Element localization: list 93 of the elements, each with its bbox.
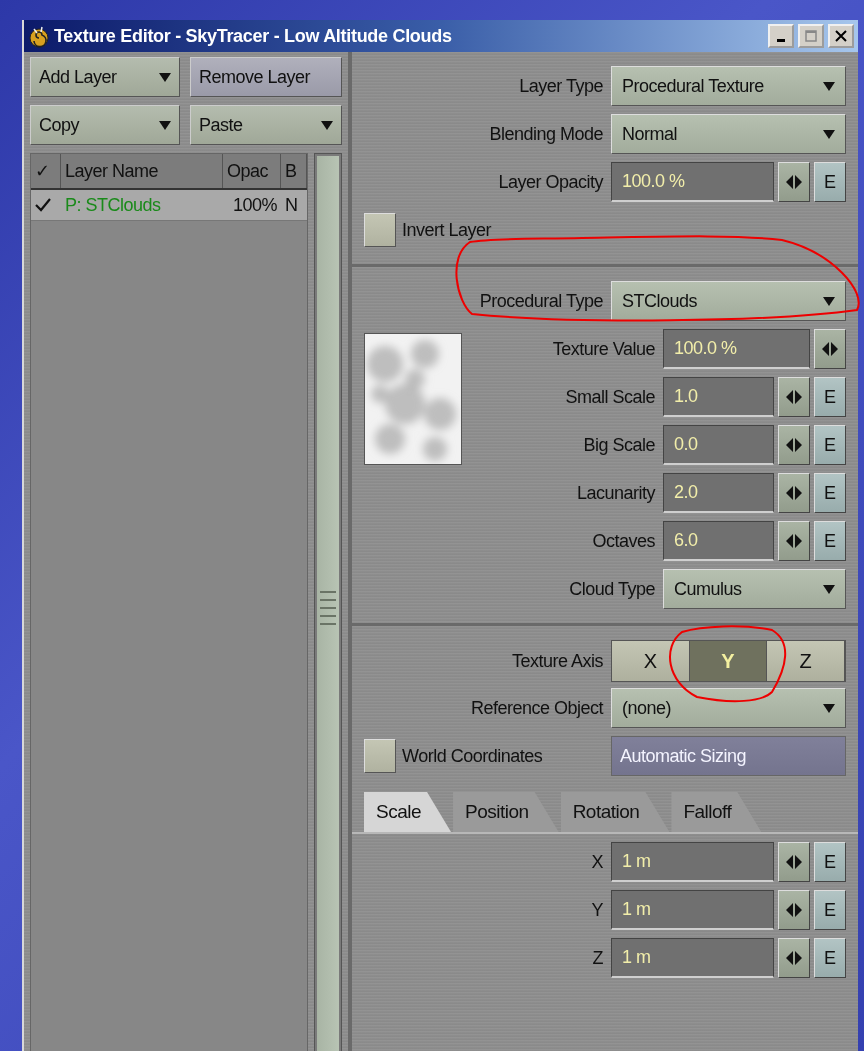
dropdown[interactable]: STClouds <box>611 281 846 321</box>
arrows-icon <box>786 438 802 452</box>
field-label: Lacunarity <box>575 482 655 504</box>
value-field[interactable]: 1 m <box>611 890 774 930</box>
envelope-button[interactable]: E <box>814 473 846 513</box>
envelope-button[interactable]: E <box>814 377 846 417</box>
app-icon <box>28 24 50 48</box>
field-label: X <box>590 851 603 873</box>
caret-icon <box>823 296 835 306</box>
dropdown-button[interactable]: Add Layer <box>30 57 180 97</box>
slider-button[interactable] <box>778 162 810 202</box>
caret-icon <box>159 120 171 130</box>
arrows-icon <box>786 175 802 189</box>
envelope-button[interactable]: E <box>814 890 846 930</box>
arrows-icon <box>786 486 802 500</box>
caret-icon <box>321 120 333 130</box>
value-field[interactable]: 1 m <box>611 842 774 882</box>
value-field[interactable]: 1.0 <box>663 377 774 417</box>
field-label: Layer Type <box>518 75 603 97</box>
field-label: Texture Value <box>551 338 655 360</box>
envelope-button[interactable]: E <box>814 162 846 202</box>
value-field[interactable]: 1 m <box>611 938 774 978</box>
close-icon <box>835 30 847 42</box>
caret-icon <box>159 72 171 82</box>
dropdown-button[interactable]: Paste <box>190 105 342 145</box>
envelope-button[interactable]: E <box>814 842 846 882</box>
dropdown[interactable]: Cumulus <box>663 569 846 609</box>
slider-button[interactable] <box>778 473 810 513</box>
value-field[interactable]: 0.0 <box>663 425 774 465</box>
slider-button[interactable] <box>778 890 810 930</box>
tab[interactable]: Falloff <box>671 792 762 832</box>
tab[interactable]: Position <box>453 792 559 832</box>
slider-button[interactable] <box>778 425 810 465</box>
column-header[interactable]: Opac <box>223 154 281 188</box>
field-label: Layer Opacity <box>497 171 603 193</box>
field-label: Small Scale <box>564 386 655 408</box>
dropdown[interactable]: Procedural Texture <box>611 66 846 106</box>
slider-button[interactable] <box>778 842 810 882</box>
minimize-button[interactable] <box>768 24 794 48</box>
field-label: Big Scale <box>582 434 655 456</box>
minimize-icon <box>777 38 785 42</box>
arrows-icon <box>786 534 802 548</box>
toolbar-button[interactable]: Remove Layer <box>190 57 342 97</box>
dropdown-button[interactable]: Copy <box>30 105 180 145</box>
checkbox-label: Invert Layer <box>402 219 492 241</box>
checkbox[interactable] <box>364 739 396 773</box>
close-button[interactable] <box>828 24 854 48</box>
value-field[interactable]: 100.0 % <box>611 162 774 202</box>
caret-icon <box>823 703 835 713</box>
slider-button[interactable] <box>778 938 810 978</box>
tab[interactable]: Rotation <box>560 792 670 832</box>
slider-button[interactable] <box>778 521 810 561</box>
checkbox[interactable] <box>364 213 396 247</box>
field-label: Z <box>591 947 603 969</box>
axis-button[interactable]: Z <box>767 641 845 681</box>
field-label: Octaves <box>591 530 655 552</box>
caret-icon <box>823 129 835 139</box>
arrows-icon <box>786 855 802 869</box>
field-label: Y <box>590 899 603 921</box>
field-label: Blending Mode <box>488 123 603 145</box>
layer-row[interactable]: P: STClouds 100% N <box>31 190 307 221</box>
envelope-button[interactable]: E <box>814 521 846 561</box>
table-cell-text: 100% <box>231 193 278 217</box>
envelope-button[interactable]: E <box>814 938 846 978</box>
arrows-icon <box>786 951 802 965</box>
axis-button[interactable]: X <box>612 641 690 681</box>
maximize-icon <box>805 30 817 42</box>
field-label: Cloud Type <box>568 578 655 600</box>
column-header[interactable]: Layer Name <box>61 154 223 188</box>
arrows-icon <box>822 342 838 356</box>
dropdown[interactable]: (none) <box>611 688 846 728</box>
table-cell-text: P: STClouds <box>64 193 162 217</box>
axis-button[interactable]: Y <box>689 641 768 681</box>
value-field[interactable]: 6.0 <box>663 521 774 561</box>
value-field[interactable]: 2.0 <box>663 473 774 513</box>
caret-icon <box>823 584 835 594</box>
slider-button[interactable] <box>778 377 810 417</box>
checkbox-label: World Coordinates <box>402 745 543 767</box>
field-label: Texture Axis <box>510 650 603 672</box>
arrows-icon <box>786 903 802 917</box>
table-cell-text: N <box>284 193 299 217</box>
window-title: Texture Editor - SkyTracer - Low Altitude Clouds <box>54 25 453 47</box>
caret-icon <box>823 81 835 91</box>
slider-button[interactable] <box>814 329 846 369</box>
column-header[interactable]: ✓ <box>31 154 61 188</box>
tab[interactable]: Scale <box>364 792 452 832</box>
field-label: Reference Object <box>469 697 603 719</box>
envelope-button[interactable]: E <box>814 425 846 465</box>
value-field[interactable]: 100.0 % <box>663 329 810 369</box>
column-header[interactable]: B <box>281 154 307 188</box>
dropdown[interactable]: Normal <box>611 114 846 154</box>
arrows-icon <box>786 390 802 404</box>
field-label: Procedural Type <box>478 290 603 312</box>
